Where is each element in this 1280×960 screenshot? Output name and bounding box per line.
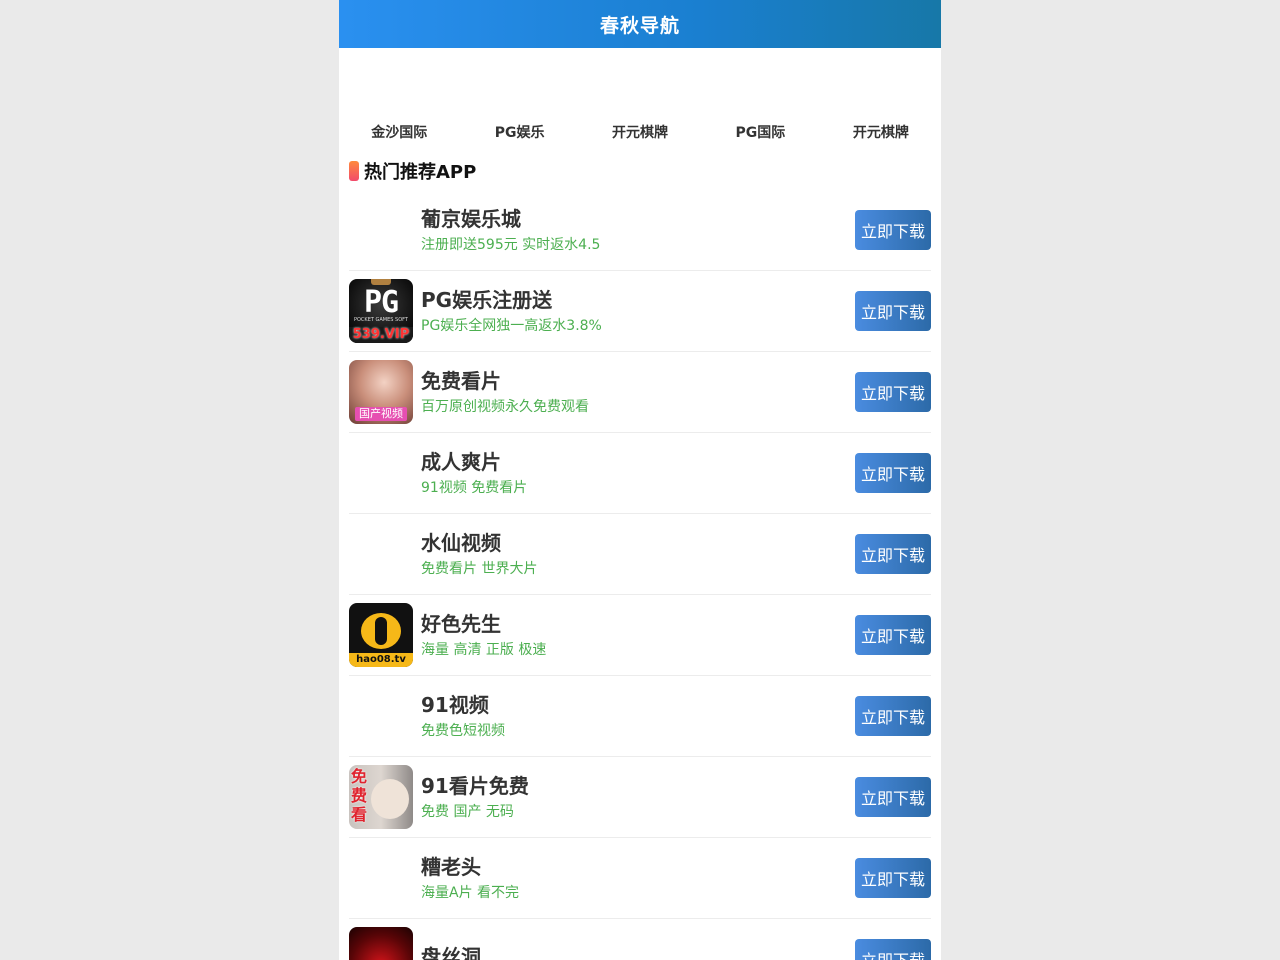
app-list: 葡京娱乐城 注册即送595元 实时返水4.5 立即下载 PG POCKET GA… <box>349 190 931 960</box>
download-button[interactable]: 立即下载 <box>855 615 931 655</box>
app-info: 葡京娱乐城 注册即送595元 实时返水4.5 <box>421 206 855 254</box>
download-button[interactable]: 立即下载 <box>855 453 931 493</box>
page: 春秋导航 金沙国际 PG娱乐 开元棋牌 PG国际 开元棋牌 热门推荐APP 葡京… <box>339 0 941 960</box>
app-icon[interactable] <box>349 846 413 910</box>
nav-item-pg-yule[interactable]: PG娱乐 <box>459 122 579 142</box>
app-name[interactable]: PG娱乐注册送 <box>421 287 855 313</box>
hao-tag: hao08.tv <box>349 653 413 667</box>
app-description: PG娱乐全网独一高返水3.8% <box>421 318 602 334</box>
download-button[interactable]: 立即下载 <box>855 534 931 574</box>
app-row[interactable]: 91视频 免费色短视频 立即下载 <box>349 676 931 757</box>
app-name[interactable]: 盘丝洞 <box>421 944 855 960</box>
download-button[interactable]: 立即下载 <box>855 696 931 736</box>
app-name[interactable]: 好色先生 <box>421 611 855 637</box>
app-name[interactable]: 免费看片 <box>421 368 855 394</box>
site-title: 春秋导航 <box>599 14 680 37</box>
app-description: 免费看片 世界大片 <box>421 561 538 577</box>
photo-icon[interactable]: 国产视频 <box>349 360 413 424</box>
app-info: 盘丝洞 <box>421 944 855 960</box>
app-description: 91视频 免费看片 <box>421 480 528 496</box>
mianfei-icon[interactable]: 免费看 <box>349 765 413 829</box>
app-row[interactable]: 免费看 91看片免费 免费 国产 无码 立即下载 <box>349 757 931 838</box>
app-description: 百万原创视频永久免费观看 <box>421 399 589 415</box>
pg-logo-subtitle: POCKET GAMES SOFT <box>353 317 408 323</box>
download-button[interactable]: 立即下载 <box>855 372 931 412</box>
app-description: 注册即送595元 实时返水4.5 <box>421 237 601 253</box>
top-bar: 春秋导航 <box>339 0 941 48</box>
pg-logo-vip: 539.VIP <box>349 327 413 343</box>
app-info: 91看片免费 免费 国产 无码 <box>421 773 855 821</box>
app-icon[interactable] <box>349 441 413 505</box>
app-info: PG娱乐注册送 PG娱乐全网独一高返水3.8% <box>421 287 855 335</box>
download-button[interactable]: 立即下载 <box>855 777 931 817</box>
mianfei-tag: 免费看 <box>351 767 368 824</box>
app-info: 91视频 免费色短视频 <box>421 692 855 740</box>
mianfei-shape-icon <box>371 779 409 819</box>
app-name[interactable]: 成人爽片 <box>421 449 855 475</box>
app-name[interactable]: 91视频 <box>421 692 855 718</box>
app-name[interactable]: 水仙视频 <box>421 530 855 556</box>
app-row[interactable]: 盘丝洞 立即下载 <box>349 919 931 960</box>
red-icon[interactable] <box>349 927 413 960</box>
app-name[interactable]: 91看片免费 <box>421 773 855 799</box>
app-description: 海量 高清 正版 极速 <box>421 642 547 658</box>
app-info: 水仙视频 免费看片 世界大片 <box>421 530 855 578</box>
nav-item-kaiyuan[interactable]: 开元棋牌 <box>580 122 700 142</box>
pg-logo-icon[interactable]: PG POCKET GAMES SOFT 539.VIP <box>349 279 413 343</box>
section-header: 热门推荐APP <box>349 158 941 184</box>
pg-logo-letters: PG <box>363 285 399 320</box>
hao-logo-icon[interactable]: hao08.tv <box>349 603 413 667</box>
app-info: 好色先生 海量 高清 正版 极速 <box>421 611 855 659</box>
app-name[interactable]: 葡京娱乐城 <box>421 206 855 232</box>
download-button[interactable]: 立即下载 <box>855 291 931 331</box>
app-row[interactable]: 国产视频 免费看片 百万原创视频永久免费观看 立即下载 <box>349 352 931 433</box>
app-info: 成人爽片 91视频 免费看片 <box>421 449 855 497</box>
download-button[interactable]: 立即下载 <box>855 858 931 898</box>
nav-item-pg-guoji[interactable]: PG国际 <box>700 122 820 142</box>
app-description: 免费 国产 无码 <box>421 804 514 820</box>
section-marker-icon <box>349 161 359 181</box>
app-row[interactable]: 成人爽片 91视频 免费看片 立即下载 <box>349 433 931 514</box>
app-row[interactable]: 糟老头 海量A片 看不完 立即下载 <box>349 838 931 919</box>
download-button[interactable]: 立即下载 <box>855 210 931 250</box>
app-row[interactable]: hao08.tv 好色先生 海量 高清 正版 极速 立即下载 <box>349 595 931 676</box>
app-info: 免费看片 百万原创视频永久免费观看 <box>421 368 855 416</box>
app-row[interactable]: PG POCKET GAMES SOFT 539.VIP PG娱乐注册送 PG娱… <box>349 271 931 352</box>
photo-tag: 国产视频 <box>355 407 407 421</box>
app-icon[interactable] <box>349 522 413 586</box>
banner-area <box>339 48 941 114</box>
app-row[interactable]: 葡京娱乐城 注册即送595元 实时返水4.5 立即下载 <box>349 190 931 271</box>
app-description: 海量A片 看不完 <box>421 885 520 901</box>
nav-item-jinsha[interactable]: 金沙国际 <box>339 122 459 142</box>
app-icon[interactable] <box>349 684 413 748</box>
section-title: 热门推荐APP <box>364 162 477 183</box>
app-name[interactable]: 糟老头 <box>421 854 855 880</box>
nav-item-kaiyuan-2[interactable]: 开元棋牌 <box>821 122 941 142</box>
app-info: 糟老头 海量A片 看不完 <box>421 854 855 902</box>
hao-symbol-icon <box>361 613 401 649</box>
nav-row: 金沙国际 PG娱乐 开元棋牌 PG国际 开元棋牌 <box>339 114 941 150</box>
app-icon[interactable] <box>349 198 413 262</box>
app-description: 免费色短视频 <box>421 723 505 739</box>
app-row[interactable]: 水仙视频 免费看片 世界大片 立即下载 <box>349 514 931 595</box>
download-button[interactable]: 立即下载 <box>855 939 931 960</box>
